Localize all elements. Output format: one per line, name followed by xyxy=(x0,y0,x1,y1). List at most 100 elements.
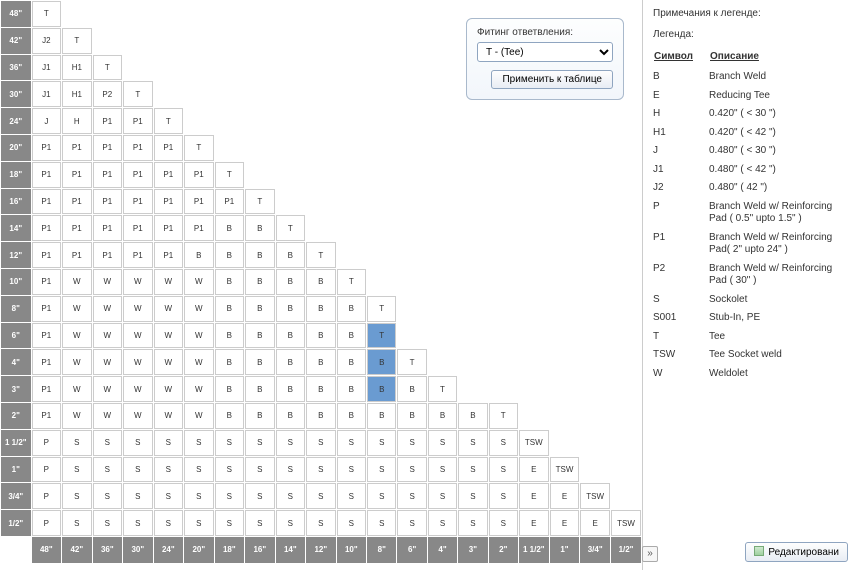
matrix-cell[interactable]: P1 xyxy=(123,162,153,188)
matrix-cell[interactable]: S xyxy=(62,483,92,509)
matrix-cell[interactable]: B xyxy=(367,376,396,402)
column-header[interactable]: 1 1/2" xyxy=(519,537,549,563)
column-header[interactable]: 16" xyxy=(245,537,275,563)
matrix-cell[interactable]: P1 xyxy=(123,135,153,161)
matrix-cell[interactable]: W xyxy=(154,296,184,322)
matrix-cell[interactable]: W xyxy=(154,376,184,402)
matrix-cell[interactable]: B xyxy=(397,403,426,429)
matrix-cell[interactable]: B xyxy=(215,376,245,402)
matrix-cell[interactable]: S xyxy=(397,430,426,456)
matrix-cell[interactable]: E xyxy=(550,510,580,536)
column-header[interactable]: 30" xyxy=(123,537,153,563)
row-header[interactable]: 2" xyxy=(1,403,31,429)
column-header[interactable]: 24" xyxy=(154,537,184,563)
row-header[interactable]: 16" xyxy=(1,189,31,215)
column-header[interactable]: 42" xyxy=(62,537,92,563)
matrix-cell[interactable]: P1 xyxy=(32,215,62,241)
row-header[interactable]: 36" xyxy=(1,55,31,81)
matrix-cell[interactable]: P1 xyxy=(62,242,92,268)
matrix-cell[interactable]: S xyxy=(276,457,306,483)
matrix-cell[interactable]: S xyxy=(489,510,518,536)
matrix-cell[interactable]: P1 xyxy=(154,162,184,188)
matrix-cell[interactable]: S xyxy=(276,430,306,456)
matrix-cell[interactable]: S xyxy=(458,510,487,536)
matrix-cell[interactable]: B xyxy=(337,403,367,429)
matrix-cell[interactable]: H1 xyxy=(62,81,92,107)
matrix-cell[interactable]: B xyxy=(276,323,306,349)
matrix-cell[interactable]: S xyxy=(93,457,123,483)
matrix-cell[interactable]: B xyxy=(276,403,306,429)
matrix-cell[interactable]: W xyxy=(123,269,153,295)
matrix-cell[interactable]: S xyxy=(93,483,123,509)
matrix-cell[interactable]: S xyxy=(123,483,153,509)
matrix-cell[interactable]: P1 xyxy=(123,108,153,134)
matrix-cell[interactable]: W xyxy=(123,296,153,322)
matrix-cell[interactable]: S xyxy=(215,457,245,483)
row-header[interactable]: 20" xyxy=(1,135,31,161)
matrix-cell[interactable]: P1 xyxy=(123,215,153,241)
row-header[interactable]: 1" xyxy=(1,457,31,483)
matrix-cell[interactable]: P1 xyxy=(93,162,123,188)
column-header[interactable]: 3" xyxy=(458,537,487,563)
matrix-cell[interactable]: S xyxy=(93,430,123,456)
matrix-cell[interactable]: W xyxy=(154,323,184,349)
matrix-cell[interactable]: S xyxy=(184,457,214,483)
matrix-cell[interactable]: P1 xyxy=(32,296,62,322)
matrix-cell[interactable]: P1 xyxy=(32,242,62,268)
matrix-cell[interactable]: P1 xyxy=(62,215,92,241)
matrix-cell[interactable]: TSW xyxy=(519,430,549,456)
matrix-cell[interactable]: B xyxy=(276,242,306,268)
matrix-cell[interactable]: W xyxy=(93,376,123,402)
matrix-cell[interactable]: B xyxy=(184,242,214,268)
matrix-cell[interactable]: W xyxy=(184,323,214,349)
matrix-cell[interactable]: T xyxy=(184,135,214,161)
matrix-cell[interactable]: P xyxy=(32,457,62,483)
matrix-cell[interactable]: T xyxy=(337,269,367,295)
matrix-cell[interactable]: B xyxy=(276,269,306,295)
matrix-cell[interactable]: W xyxy=(123,323,153,349)
matrix-cell[interactable]: E xyxy=(550,483,580,509)
column-header[interactable]: 1/2" xyxy=(611,537,641,563)
column-header[interactable]: 36" xyxy=(93,537,123,563)
matrix-cell[interactable]: B xyxy=(215,215,245,241)
matrix-cell[interactable]: P1 xyxy=(62,189,92,215)
matrix-cell[interactable]: B xyxy=(245,242,275,268)
matrix-cell[interactable]: S xyxy=(458,430,487,456)
matrix-cell[interactable]: W xyxy=(123,376,153,402)
row-header[interactable]: 30" xyxy=(1,81,31,107)
matrix-cell[interactable]: S xyxy=(306,483,336,509)
matrix-cell[interactable]: B xyxy=(276,376,306,402)
matrix-cell[interactable]: B xyxy=(337,349,367,375)
matrix-cell[interactable]: W xyxy=(184,349,214,375)
matrix-cell[interactable]: T xyxy=(306,242,336,268)
matrix-cell[interactable]: S xyxy=(62,430,92,456)
row-header[interactable]: 1 1/2" xyxy=(1,430,31,456)
row-header[interactable]: 3" xyxy=(1,376,31,402)
matrix-cell[interactable]: S xyxy=(367,430,396,456)
matrix-cell[interactable]: B xyxy=(367,403,396,429)
matrix-cell[interactable]: P1 xyxy=(184,215,214,241)
matrix-cell[interactable]: H xyxy=(62,108,92,134)
matrix-cell[interactable]: S xyxy=(215,430,245,456)
matrix-cell[interactable]: S xyxy=(428,430,457,456)
matrix-cell[interactable]: P1 xyxy=(32,376,62,402)
matrix-cell[interactable]: P1 xyxy=(32,349,62,375)
matrix-cell[interactable]: S xyxy=(154,430,184,456)
matrix-cell[interactable]: T xyxy=(62,28,92,54)
matrix-cell[interactable]: W xyxy=(62,349,92,375)
column-header[interactable]: 18" xyxy=(215,537,245,563)
matrix-cell[interactable]: P1 xyxy=(32,135,62,161)
matrix-cell[interactable]: S xyxy=(337,510,367,536)
matrix-cell[interactable]: B xyxy=(215,296,245,322)
matrix-cell[interactable]: S xyxy=(306,457,336,483)
matrix-cell[interactable]: W xyxy=(93,403,123,429)
matrix-cell[interactable]: P xyxy=(32,510,62,536)
matrix-cell[interactable]: P1 xyxy=(154,242,184,268)
matrix-cell[interactable]: S xyxy=(184,430,214,456)
matrix-cell[interactable]: S xyxy=(458,457,487,483)
matrix-cell[interactable]: B xyxy=(245,403,275,429)
matrix-cell[interactable]: S xyxy=(154,483,184,509)
matrix-cell[interactable]: B xyxy=(276,349,306,375)
matrix-cell[interactable]: S xyxy=(276,510,306,536)
matrix-cell[interactable]: T xyxy=(367,323,396,349)
